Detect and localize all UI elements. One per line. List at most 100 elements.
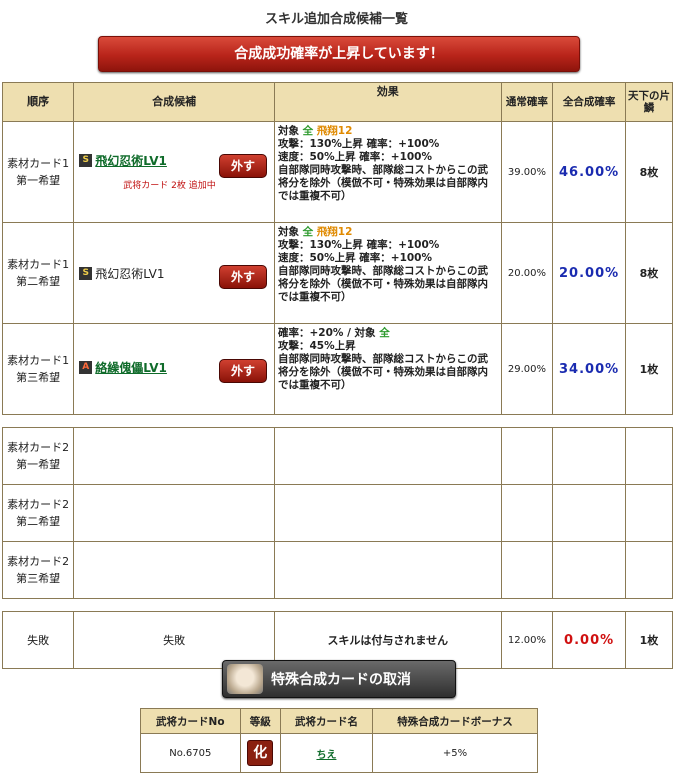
character-portrait-icon [227,664,263,694]
normal-rate [500,484,554,542]
header-tenka: 天下の片鱗 [624,82,673,122]
order-cell: 素材カード2 第三希望 [1,541,75,599]
effect-cell [273,541,502,599]
order-material: 素材カード1 [7,157,70,170]
grade-badge-icon: 化 [247,740,274,766]
tenka-count [624,541,673,599]
success-rate-banner: 合成成功確率が上昇しています！ [98,36,580,72]
effect-line: 自部隊同時攻撃時、部隊総コストからこの武将分を除外（模倣不可・特殊効果は自部隊内… [277,164,488,202]
effect-line: 攻撃：45%上昇 [277,340,356,352]
table-row: 素材カード2 第三希望 [1,541,673,599]
normal-rate: 29.00% [500,323,554,415]
effect-target: 全 [379,327,390,339]
table-row: 素材カード1 第二希望 S 飛幻忍術LV1 外す 対象 全 飛翔12 攻撃：130%… [1,222,673,324]
cancel-special-card-button[interactable]: 特殊合成カードの取消 [222,660,456,698]
tenka-count: 1枚 [624,323,673,415]
skill-link[interactable]: 飛幻忍術LV1 [95,154,167,168]
effect-prefix: 対象 [277,125,303,137]
tenka-count: 8枚 [624,121,673,223]
rank-s-icon: S [79,154,93,167]
normal-rate: 12.00% [500,611,554,669]
candidate-cell [73,484,275,542]
header-card-no: 武将カードNo [140,708,241,734]
header-candidate: 合成候補 [73,82,275,122]
table-spacer [2,414,673,428]
order-cell: 素材カード1 第三希望 [1,323,75,415]
table-row: 素材カード1 第三希望 A 絡繰傀儡LV1 外す 確率：+20% / 対象 全 攻撃… [1,323,673,415]
table-row: 素材カード1 第一希望 S 飛幻忍術LV1 外す 武将カード 2枚 追加中 対象 全… [1,121,673,223]
effect-target: 全 [302,125,314,137]
cancel-label: 特殊合成カードの取消 [271,672,411,688]
effect-tag: 飛翔12 [316,226,353,238]
header-card-name: 武将カード名 [280,708,373,734]
skill-link[interactable]: 絡繰傀儡LV1 [95,361,167,375]
rank-a-icon: A [79,361,93,374]
candidate-cell: S 飛幻忍術LV1 外す [73,222,275,324]
effect-line: 攻撃：130%上昇 確率：+100% [277,138,440,150]
effect-cell: 対象 全 飛翔12 攻撃：130%上昇 確率：+100% 速度：50%上昇 確率… [273,121,502,223]
all-rate [552,541,626,599]
order-preference: 第二希望 [16,515,61,528]
effect-cell: 確率：+20% / 対象 全 攻撃：45%上昇 自部隊同時攻撃時、部隊総コストか… [273,323,502,415]
order-material: 素材カード2 [7,498,70,511]
candidate-cell [73,427,275,485]
rank-s-icon: S [79,267,93,280]
order-preference: 第一希望 [16,174,61,187]
tenka-count: 1枚 [624,611,673,669]
header-grade: 等級 [239,708,282,734]
skill-name: 飛幻忍術LV1 [95,267,165,281]
remove-button[interactable]: 外す [218,265,267,289]
tenka-count: 8枚 [624,222,673,324]
card-name-link[interactable]: ちえ [316,750,336,761]
all-rate [552,484,626,542]
page-title: スキル追加合成候補一覧 [264,12,408,27]
order-preference: 第一希望 [16,458,61,471]
order-cell: 素材カード2 第一希望 [1,427,75,485]
table-header-row: 武将カードNo 等級 武将カード名 特殊合成カードボーナス [140,708,539,734]
candidate-cell: A 絡繰傀儡LV1 外す [73,323,275,415]
order-cell: 素材カード1 第二希望 [1,222,75,324]
header-bonus: 特殊合成カードボーナス [371,708,539,734]
effect-target: 全 [302,226,314,238]
order-material: 素材カード2 [7,441,70,454]
effect-cell: 対象 全 飛翔12 攻撃：130%上昇 確率：+100% 速度：50%上昇 確率… [273,222,502,324]
added-cards-note: 武将カード 2枚 追加中 [123,181,216,191]
table-spacer [2,598,673,612]
order-cell: 素材カード2 第二希望 [1,484,75,542]
card-no: No.6705 [140,733,241,773]
order-preference: 第二希望 [16,275,61,288]
remove-button[interactable]: 外す [218,359,267,383]
effect-cell [273,427,502,485]
tenka-count [624,484,673,542]
card-bonus: +5% [371,733,539,773]
header-effect: 効果 [273,82,502,122]
all-rate: 0.00% [552,611,626,669]
header-all-rate: 全合成確率 [552,82,626,122]
normal-rate: 39.00% [500,121,554,223]
order-cell: 素材カード1 第一希望 [1,121,75,223]
all-rate: 46.00% [552,121,626,223]
table-row: No.6705 化 ちえ +5% [140,733,539,773]
header-order: 順序 [1,82,75,122]
effect-line: 自部隊同時攻撃時、部隊総コストからこの武将分を除外（模倣不可・特殊効果は自部隊内… [277,353,488,391]
normal-rate [500,541,554,599]
effect-cell [273,484,502,542]
card-name-cell: ちえ [280,733,373,773]
order-material: 素材カード1 [7,258,70,271]
normal-rate: 20.00% [500,222,554,324]
header-normal-rate: 通常確率 [500,82,554,122]
candidate-cell: S 飛幻忍術LV1 外す 武将カード 2枚 追加中 [73,121,275,223]
all-rate: 20.00% [552,222,626,324]
order-preference: 第三希望 [16,371,61,384]
special-card-table: 武将カードNo 等級 武将カード名 特殊合成カードボーナス No.6705 化 … [140,708,539,773]
table-row: 素材カード2 第二希望 [1,484,673,542]
remove-button[interactable]: 外す [218,154,267,178]
order-material: 素材カード2 [7,555,70,568]
effect-line: 攻撃：130%上昇 確率：+100% [277,239,440,251]
effect-line: 速度：50%上昇 確率：+100% [277,252,433,264]
fail-order: 失敗 [1,611,75,669]
normal-rate [500,427,554,485]
tenka-count [624,427,673,485]
table-row: 素材カード2 第一希望 [1,427,673,485]
effect-prefix: 確率：+20% / 対象 [277,327,380,339]
